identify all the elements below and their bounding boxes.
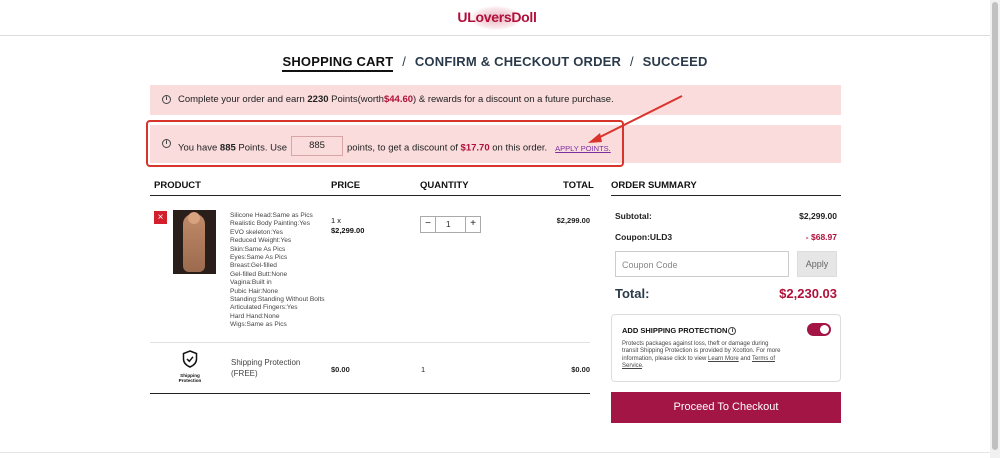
step-separator: / — [402, 54, 407, 69]
product-option: Breast:Gel-filled — [230, 262, 277, 270]
shipping-quantity: 1 — [421, 365, 426, 374]
product-option: Standing:Standing Without Bolts — [230, 296, 325, 304]
total-value: $2,230.03 — [779, 286, 837, 301]
coupon-code-input[interactable]: Coupon Code — [615, 251, 789, 277]
shipping-name-text: Shipping Protection — [231, 358, 301, 367]
product-option: Eyes:Same As Pics — [230, 254, 288, 262]
quantity-stepper: − 1 + — [420, 216, 481, 233]
coupon-value: - $68.97 — [805, 232, 837, 242]
product-option: Skin:Same As Pics — [230, 245, 286, 253]
quantity-input[interactable]: 1 — [436, 217, 465, 232]
product-option: Hard Hand:None — [230, 312, 280, 320]
summary-header-divider — [611, 195, 841, 196]
shield-label-line-2: Protection — [178, 378, 202, 383]
info-circle-icon[interactable]: i — [728, 327, 737, 336]
shipping-price: $0.00 — [331, 365, 350, 374]
line-total: $2,299.00 — [556, 216, 590, 225]
learn-more-link[interactable]: Learn More — [708, 356, 739, 362]
coupon-row: Coupon:ULD3 - $68.97 — [615, 232, 837, 242]
order-summary-title: ORDER SUMMARY — [611, 180, 697, 191]
subtotal-value: $2,299.00 — [799, 211, 837, 221]
step-succeed: SUCCEED — [642, 54, 708, 69]
remove-item-button[interactable]: × — [154, 211, 167, 224]
step-shopping-cart: SHOPPING CART — [282, 54, 394, 72]
shipping-total: $0.00 — [571, 365, 590, 374]
shield-icon — [182, 350, 198, 368]
close-icon: × — [157, 212, 164, 223]
shipping-protection-description: Protects packages against loss, theft or… — [622, 341, 782, 370]
scrollbar-thumb[interactable] — [992, 2, 998, 450]
header-price: PRICE — [331, 180, 361, 191]
shipping-protection-toggle[interactable] — [807, 323, 831, 336]
period-text: . — [642, 362, 644, 369]
shipping-protection-title-text: ADD SHIPPING PROTECTION — [622, 326, 728, 335]
coupon-label: Coupon:ULD3 — [615, 232, 673, 242]
toggle-knob — [820, 325, 829, 334]
row-divider — [150, 342, 590, 343]
product-option: Articulated Fingers:Yes — [230, 304, 298, 312]
header-quantity: QUANTITY — [420, 180, 469, 191]
step-separator: / — [629, 54, 634, 69]
and-text: and — [740, 355, 751, 362]
earn-points-message: Complete your order and earn 2230 Points… — [178, 94, 614, 105]
product-option: Wigs:Same as Pics — [230, 321, 287, 329]
increase-quantity-button[interactable]: + — [465, 217, 480, 232]
logo-text: ULoversDoll — [457, 9, 537, 25]
annotation-highlight-box — [146, 120, 624, 167]
unit-price: 1 x $2,299.00 — [331, 216, 364, 236]
shipping-protection-title: ADD SHIPPING PROTECTION i — [622, 326, 737, 336]
site-header: ULoversDoll — [0, 0, 990, 36]
decrease-quantity-button[interactable]: − — [421, 217, 436, 232]
header-product: PRODUCT — [154, 180, 201, 191]
header-total: TOTAL — [563, 180, 594, 191]
apply-coupon-button[interactable]: Apply — [797, 251, 837, 277]
product-option: EVO skeleton:Yes — [230, 228, 283, 236]
page-scrollbar[interactable] — [990, 0, 1000, 458]
annotation-arrow-icon — [588, 95, 683, 143]
product-image[interactable] — [173, 210, 216, 274]
total-label: Total: — [615, 286, 650, 301]
info-circle-icon: i — [162, 95, 171, 104]
subtotal-label: Subtotal: — [615, 211, 652, 221]
product-options: Silicone Head:Same as Pics Realistic Bod… — [230, 212, 325, 330]
product-option: Gel-filled Butt:None — [230, 270, 288, 278]
shipping-protection-card: ADD SHIPPING PROTECTION i Protects packag… — [611, 314, 841, 382]
product-option: Silicone Head:Same as Pics — [230, 212, 313, 219]
product-option: Vagina:Built in — [230, 279, 272, 287]
table-bottom-divider — [150, 393, 590, 394]
footer-divider — [0, 452, 990, 453]
step-confirm-checkout: CONFIRM & CHECKOUT ORDER — [414, 54, 622, 69]
proceed-to-checkout-button[interactable]: Proceed To Checkout — [611, 392, 841, 423]
price-value: $2,299.00 — [331, 226, 365, 235]
subtotal-row: Subtotal: $2,299.00 — [615, 211, 837, 221]
shipping-free-text: (FREE) — [231, 369, 258, 378]
price-qty-label: 1 x — [331, 216, 342, 225]
shipping-protection-logo: Shipping Protection — [176, 350, 204, 386]
table-header-divider — [150, 195, 590, 196]
earn-points-banner: i Complete your order and earn 2230 Poin… — [150, 85, 841, 115]
product-option: Reduced Weight:Yes — [230, 237, 292, 245]
total-row: Total: $2,230.03 — [615, 286, 837, 301]
product-option: Pubic Hair:None — [230, 287, 279, 295]
site-logo[interactable]: ULoversDoll — [452, 6, 542, 30]
product-figure-head — [188, 212, 200, 224]
product-option: Realistic Body Painting:Yes — [230, 220, 311, 228]
checkout-steps: SHOPPING CART / CONFIRM & CHECKOUT ORDER… — [0, 54, 990, 72]
shipping-protection-name: Shipping Protection (FREE) — [231, 357, 300, 379]
